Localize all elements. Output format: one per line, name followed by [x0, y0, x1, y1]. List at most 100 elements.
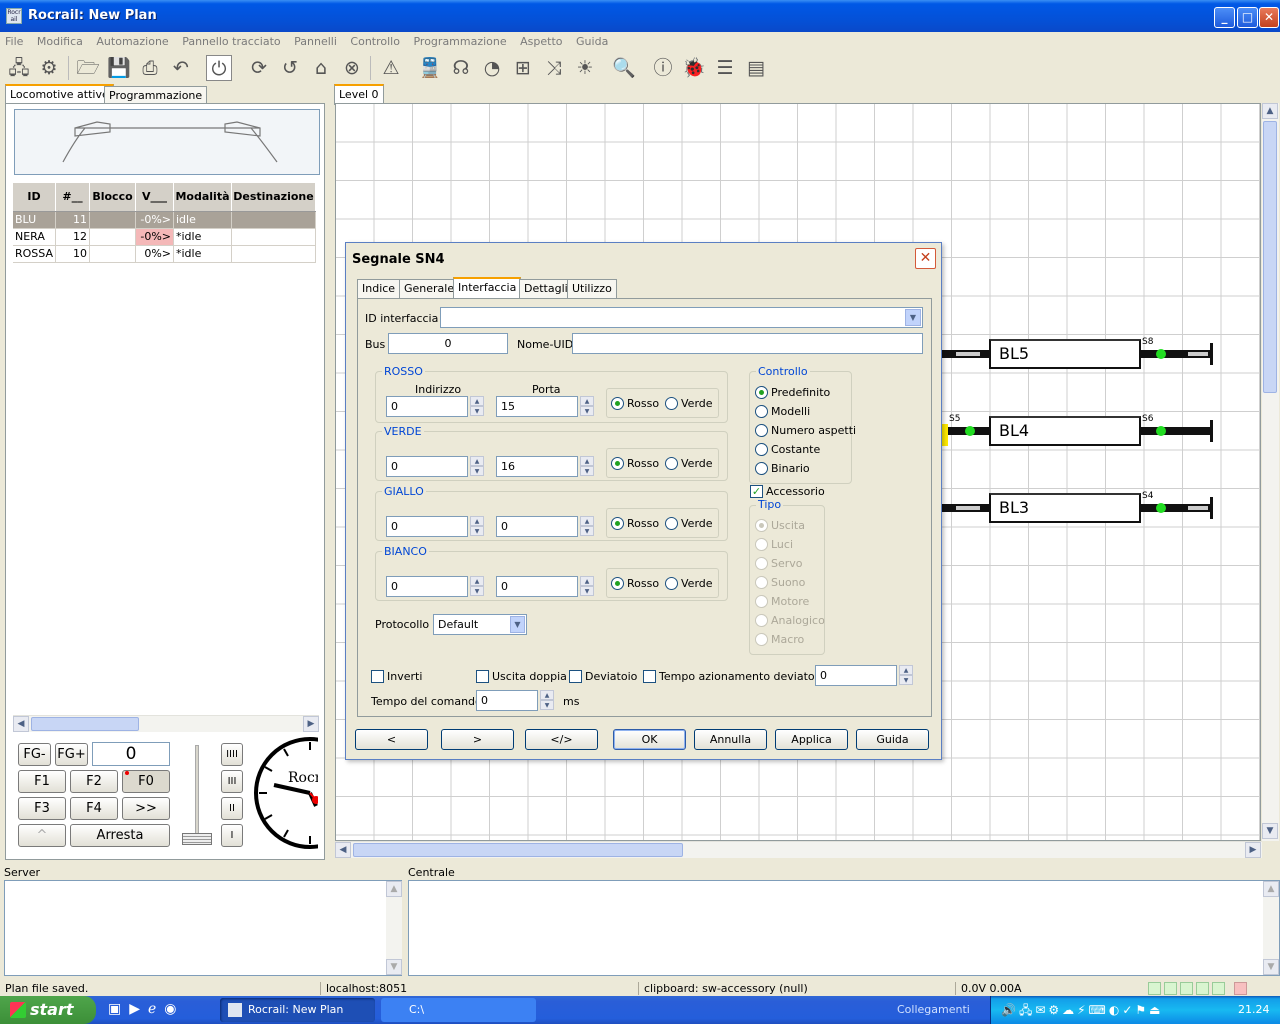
type-lights-radio[interactable]: [755, 538, 768, 551]
menu-track-panel[interactable]: Pannello tracciato: [177, 32, 285, 48]
prev-button[interactable]: <: [355, 729, 428, 750]
reset-icon[interactable]: ↺: [277, 55, 303, 81]
shuffle-icon[interactable]: ⤨: [541, 55, 567, 81]
switch-time-checkbox[interactable]: [643, 670, 656, 683]
rosso-green-radio[interactable]: [665, 397, 678, 410]
list-icon[interactable]: ☰: [712, 55, 738, 81]
home-icon[interactable]: ⌂: [308, 55, 334, 81]
speed-slider[interactable]: [182, 745, 212, 847]
table-row[interactable]: ROSSA 10 0%> *idle: [13, 245, 316, 263]
taskbar-item-rocrail[interactable]: Rocrail: New Plan: [220, 998, 375, 1022]
type-analog-radio[interactable]: [755, 614, 768, 627]
col-destination[interactable]: Destinazione: [231, 183, 316, 212]
cmd-time-stepper[interactable]: ▲ ▼: [540, 690, 554, 711]
documents-icon[interactable]: ▤: [743, 55, 769, 81]
xml-button[interactable]: </>: [525, 729, 598, 750]
f4-button[interactable]: F4: [70, 797, 118, 820]
gear-4-button[interactable]: IIII: [221, 743, 243, 766]
ok-button[interactable]: OK: [613, 729, 686, 750]
scroll-down-icon[interactable]: ▼: [386, 959, 402, 975]
power-icon[interactable]: ⏻: [206, 55, 232, 81]
menu-programming[interactable]: Programmazione: [408, 32, 511, 48]
cancel-icon[interactable]: ⊗: [339, 55, 365, 81]
rosso-port-field[interactable]: 15: [496, 396, 578, 417]
scroll-up-icon[interactable]: ▲: [1262, 103, 1278, 119]
rosso-port-stepper[interactable]: ▲ ▼: [580, 396, 594, 417]
bianco-port-field[interactable]: 0: [496, 576, 578, 597]
block-bl5[interactable]: BL5: [989, 339, 1141, 369]
block-bl3[interactable]: BL3: [989, 493, 1141, 523]
dialog-close-icon[interactable]: ✕: [915, 248, 936, 269]
chevron-down-icon[interactable]: ▼: [510, 616, 525, 633]
plan-hscrollbar[interactable]: ◀ ▶: [335, 841, 1262, 858]
col-block[interactable]: Blocco: [89, 183, 136, 212]
zoom-icon[interactable]: 🔍: [611, 55, 637, 81]
connect-icon[interactable]: 🖧: [6, 55, 32, 81]
f1-button[interactable]: F1: [18, 770, 66, 793]
giallo-address-field[interactable]: 0: [386, 516, 468, 537]
slider-handle[interactable]: [182, 833, 212, 845]
giallo-address-stepper[interactable]: ▲ ▼: [470, 516, 484, 537]
scroll-thumb[interactable]: [31, 717, 139, 731]
minimize-button[interactable]: _: [1214, 7, 1235, 28]
tab-interface[interactable]: Interfaccia: [453, 277, 522, 298]
help-button[interactable]: Guida: [856, 729, 929, 750]
gear-3-button[interactable]: III: [221, 770, 243, 793]
routes-icon[interactable]: ⊞: [510, 55, 536, 81]
gear-2-button[interactable]: II: [221, 797, 243, 820]
light-icon[interactable]: ☀: [572, 55, 598, 81]
control-aspects-radio[interactable]: [755, 424, 768, 437]
bianco-address-field[interactable]: 0: [386, 576, 468, 597]
verde-red-radio[interactable]: [611, 457, 624, 470]
control-default-radio[interactable]: [755, 386, 768, 399]
fg-minus-button[interactable]: FG-: [18, 743, 51, 766]
debug-icon[interactable]: 🐞: [681, 55, 707, 81]
cmd-time-field[interactable]: 0: [476, 690, 538, 711]
stop-button[interactable]: Arresta: [70, 824, 170, 847]
quick-launch[interactable]: ▣▶ℯ◉: [108, 1001, 198, 1019]
col-number[interactable]: #__: [55, 183, 90, 212]
central-log[interactable]: ▲ ▼: [408, 880, 1280, 976]
control-models-radio[interactable]: [755, 405, 768, 418]
gear-1-button[interactable]: I: [221, 824, 243, 847]
verde-port-field[interactable]: 16: [496, 456, 578, 477]
rosso-address-stepper[interactable]: ▲ ▼: [470, 396, 484, 417]
type-sound-radio[interactable]: [755, 576, 768, 589]
scroll-down-icon[interactable]: ▼: [1262, 823, 1278, 839]
f2-button[interactable]: F2: [70, 770, 118, 793]
scroll-right-icon[interactable]: ▶: [1245, 842, 1261, 858]
bianco-green-radio[interactable]: [665, 577, 678, 590]
table-row[interactable]: NERA 12 -0%> *idle: [13, 228, 316, 246]
loco-table-hscrollbar[interactable]: ◀ ▶: [13, 715, 319, 732]
scroll-up-icon[interactable]: ▲: [1263, 881, 1279, 897]
type-motor-radio[interactable]: [755, 595, 768, 608]
double-output-checkbox[interactable]: [476, 670, 489, 683]
col-speed[interactable]: V___: [135, 183, 174, 212]
menu-help[interactable]: Guida: [571, 32, 613, 48]
control-constant-radio[interactable]: [755, 443, 768, 456]
plan-vscrollbar[interactable]: ▲ ▼: [1262, 103, 1279, 841]
giallo-port-stepper[interactable]: ▲ ▼: [580, 516, 594, 537]
more-functions-button[interactable]: >>: [122, 797, 170, 820]
settings-icon[interactable]: ⚙: [36, 55, 62, 81]
speedometer-icon[interactable]: ◔: [479, 55, 505, 81]
verde-address-stepper[interactable]: ▲ ▼: [470, 456, 484, 477]
switch-checkbox[interactable]: [569, 670, 582, 683]
col-mode[interactable]: Modalità: [173, 183, 232, 212]
accessory-checkbox[interactable]: ✓: [750, 485, 763, 498]
scroll-up-icon[interactable]: ▲: [386, 881, 402, 897]
type-macro-radio[interactable]: [755, 633, 768, 646]
giallo-port-field[interactable]: 0: [496, 516, 578, 537]
scroll-left-icon[interactable]: ◀: [13, 716, 29, 732]
apply-button[interactable]: Applica: [775, 729, 848, 750]
taskbar-item-console[interactable]: C:\: [381, 998, 536, 1022]
tab-index[interactable]: Indice: [357, 279, 401, 298]
maximize-button[interactable]: □: [1237, 7, 1258, 28]
col-id[interactable]: ID: [13, 183, 56, 212]
print-icon[interactable]: ⎙: [137, 55, 163, 81]
direction-button[interactable]: ^: [18, 824, 66, 847]
chevron-down-icon[interactable]: ▼: [905, 309, 921, 326]
server-log[interactable]: ▲ ▼: [4, 880, 402, 976]
warning-icon[interactable]: ⚠: [378, 55, 404, 81]
control-track-radio[interactable]: [755, 462, 768, 475]
